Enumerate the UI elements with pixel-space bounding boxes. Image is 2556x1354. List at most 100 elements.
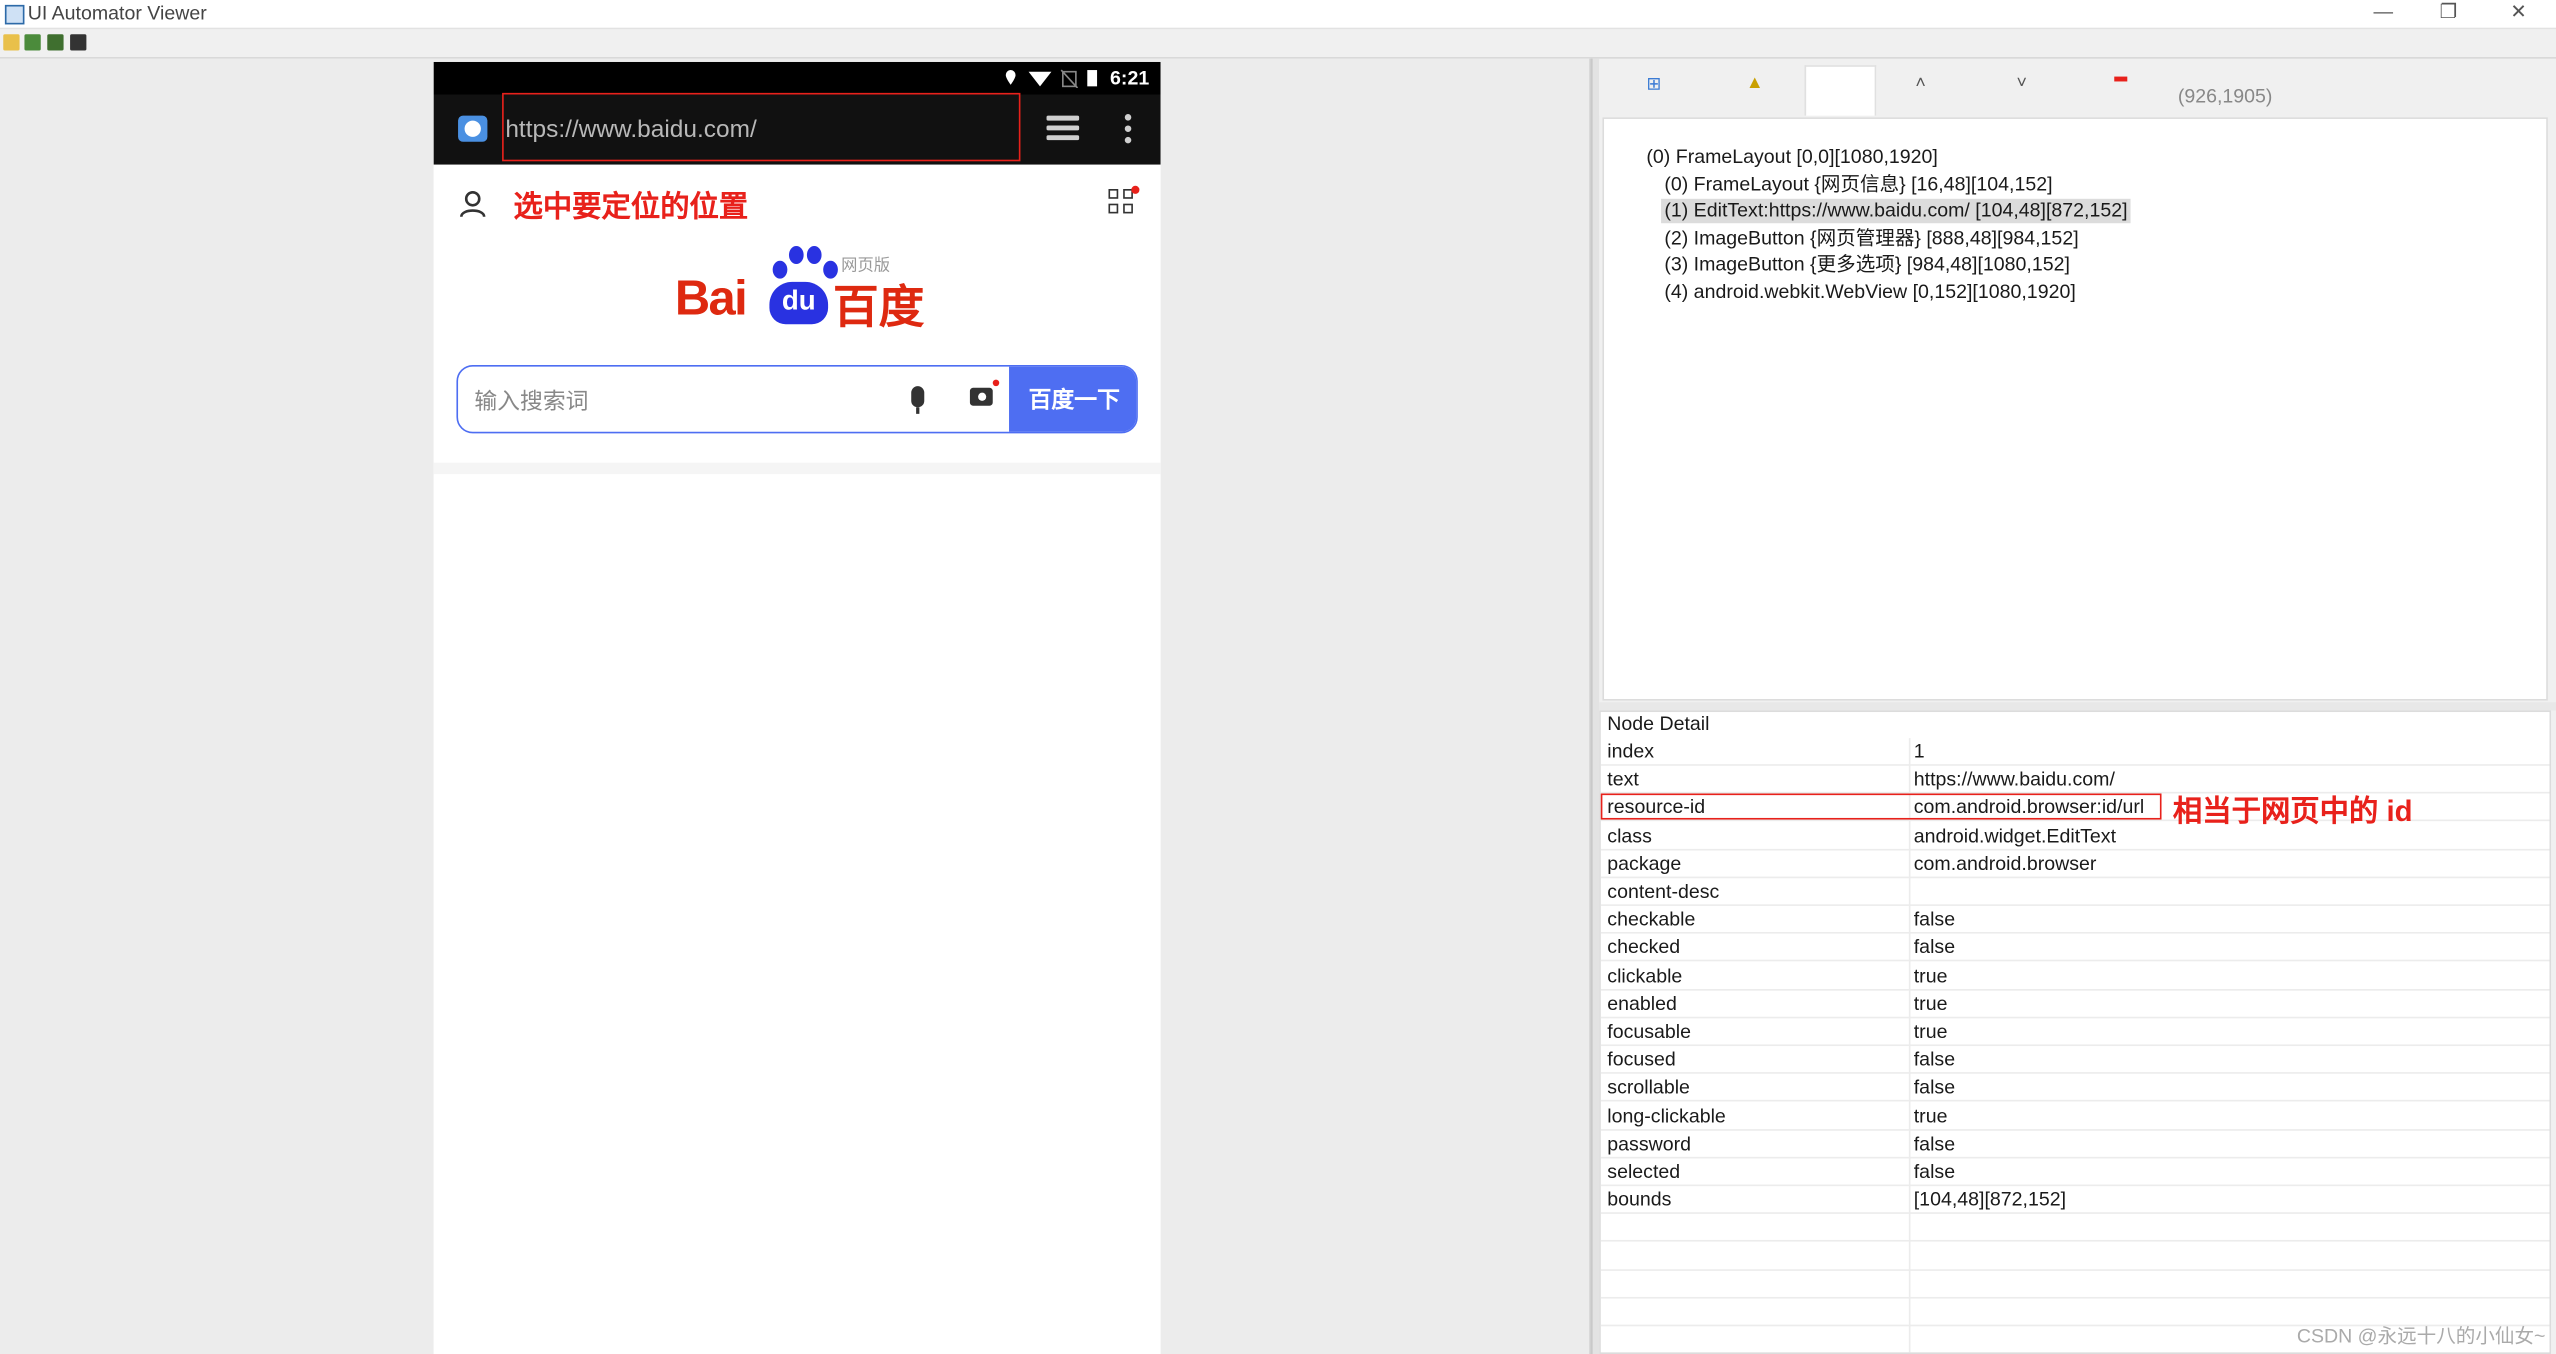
- logo-bai-text: Bai: [674, 272, 748, 326]
- detail-value: 1: [1913, 739, 1925, 763]
- open-folder-icon[interactable]: [3, 34, 20, 51]
- detail-value: true: [1913, 1019, 1948, 1043]
- logo-du-text: du: [769, 281, 829, 325]
- microphone-icon[interactable]: [911, 386, 925, 408]
- detail-key: scrollable: [1607, 1076, 1690, 1099]
- detail-value: [104,48][872,152]: [1913, 1188, 2067, 1211]
- annotation-select-position: 选中要定位的位置: [513, 190, 749, 224]
- detail-key: checkable: [1607, 907, 1696, 931]
- vertical-splitter[interactable]: [1590, 58, 1600, 1354]
- detail-key: enabled: [1607, 991, 1677, 1015]
- watermark: CSDN @永远十八的小仙女~: [2296, 1324, 2546, 1348]
- detail-row[interactable]: focusable true: [1600, 1018, 2550, 1047]
- annotation-id-equivalent: 相当于网页中的 id: [2172, 795, 2413, 828]
- grid-menu-icon[interactable]: [1108, 189, 1134, 215]
- detail-value: true: [1913, 963, 1948, 987]
- detail-row[interactable]: password false: [1600, 1130, 2550, 1159]
- restore-button[interactable]: ❐: [2424, 0, 2473, 28]
- detail-row[interactable]: content-desc: [1600, 878, 2550, 906]
- expand-all-icon[interactable]: ⊞: [1646, 73, 1661, 95]
- microphone-stand: [916, 407, 920, 414]
- tree-node[interactable]: (0) FrameLayout {网页信息} [16,48][104,152]: [1664, 173, 2052, 197]
- detail-key: password: [1607, 1132, 1692, 1155]
- minimize-button[interactable]: —: [2359, 0, 2408, 28]
- more-options-icon[interactable]: [1124, 114, 1132, 144]
- tree-node[interactable]: (4) android.webkit.WebView [0,152][1080,…: [1664, 280, 2075, 304]
- collapse-icon[interactable]: [2114, 76, 2128, 82]
- tree-node-selected[interactable]: (1) EditText:https://www.baidu.com/ [104…: [1661, 198, 2131, 224]
- detail-row[interactable]: checked false: [1600, 934, 2550, 962]
- detail-value: false: [1913, 907, 1956, 931]
- chevron-down-icon[interactable]: ˅: [2016, 73, 2026, 93]
- detail-value: false: [1913, 1132, 1956, 1155]
- detail-key: clickable: [1607, 963, 1683, 987]
- detail-key: bounds: [1607, 1188, 1672, 1211]
- close-button[interactable]: ✕: [2494, 0, 2543, 28]
- search-button[interactable]: 百度一下: [1009, 366, 1137, 432]
- status-time: 6:21: [1110, 66, 1150, 90]
- camera-badge-dot: [992, 379, 1000, 387]
- window-title: UI Automator Viewer: [27, 1, 207, 25]
- detail-value: android.widget.EditText: [1913, 823, 2117, 847]
- search-input[interactable]: 输入搜索词: [474, 385, 588, 418]
- warning-icon[interactable]: ▲: [1746, 73, 1764, 93]
- hierarchy-tree[interactable]: (0) FrameLayout [0,0][1080,1920] (0) Fra…: [1602, 117, 2548, 701]
- empty-row: [1600, 1215, 2550, 1243]
- detail-row[interactable]: scrollable false: [1600, 1074, 2550, 1103]
- title-bar: UI Automator Viewer — ❐ ✕: [0, 0, 2556, 30]
- status-bar: 6:21: [433, 61, 1161, 95]
- detail-row[interactable]: long-clickable true: [1600, 1102, 2550, 1131]
- detail-key: class: [1607, 823, 1652, 847]
- detail-row[interactable]: enabled true: [1600, 990, 2550, 1019]
- detail-value: false: [1913, 1160, 1956, 1183]
- tab-manager-icon[interactable]: [1046, 115, 1080, 142]
- device-screenshot-icon[interactable]: [24, 34, 41, 51]
- detail-value: false: [1913, 1047, 1956, 1071]
- tree-node[interactable]: (2) ImageButton {网页管理器} [888,48][984,152…: [1664, 226, 2078, 250]
- empty-row: [1600, 1271, 2550, 1299]
- detail-value: true: [1913, 991, 1948, 1015]
- camera-lens: [978, 392, 987, 401]
- detail-row[interactable]: clickable true: [1600, 962, 2550, 990]
- logo-chinese-text: 百度: [832, 281, 925, 333]
- hierarchy-toolbar: [1599, 60, 2556, 116]
- app-icon: [4, 4, 25, 25]
- baidu-logo: Bai du 百度 网页版: [674, 243, 936, 332]
- detail-value: com.android.browser: [1913, 851, 2097, 875]
- empty-row: [1600, 1243, 2550, 1271]
- tree-node[interactable]: (3) ImageButton {更多选项} [984,48][1080,152…: [1664, 253, 2070, 277]
- detail-key: selected: [1607, 1160, 1681, 1183]
- detail-row[interactable]: bounds [104,48][872,152]: [1600, 1186, 2550, 1215]
- detail-key: content-desc: [1607, 879, 1720, 903]
- detail-row[interactable]: focused false: [1600, 1046, 2550, 1075]
- detail-row[interactable]: index 1: [1600, 738, 2550, 766]
- cursor-coordinates: (926,1905): [2177, 84, 2273, 108]
- url-highlight-box: [502, 92, 1021, 162]
- site-info-icon[interactable]: [458, 115, 488, 142]
- tree-node[interactable]: (0) FrameLayout [0,0][1080,1920]: [1646, 145, 1937, 169]
- save-icon[interactable]: [70, 34, 87, 51]
- resource-id-highlight-box: [1600, 793, 2162, 820]
- detail-value: false: [1913, 935, 1956, 959]
- chevron-up-icon[interactable]: ˄: [1915, 73, 1925, 93]
- content-divider: [433, 462, 1161, 475]
- horizontal-splitter[interactable]: [1599, 702, 2556, 711]
- status-icons: [1005, 69, 1098, 88]
- detail-key: focused: [1607, 1047, 1676, 1071]
- detail-value: false: [1913, 1076, 1956, 1099]
- device-screenshot[interactable]: 6:21 https://www.baidu.com/ 选中要定位的位置 Bai…: [433, 61, 1161, 1354]
- detail-row[interactable]: package com.android.browser: [1600, 850, 2550, 878]
- user-icon[interactable]: [458, 189, 487, 218]
- node-detail-title: Node Detail: [1607, 712, 1710, 735]
- detail-key: long-clickable: [1607, 1104, 1726, 1127]
- detail-row[interactable]: selected false: [1600, 1158, 2550, 1187]
- notification-dot: [1131, 185, 1140, 194]
- detail-key: package: [1607, 851, 1682, 875]
- main-toolbar: [0, 29, 2556, 59]
- detail-row[interactable]: checkable false: [1600, 906, 2550, 934]
- device-screenshot-compressed-icon[interactable]: [47, 34, 64, 51]
- detail-key: text: [1607, 767, 1639, 791]
- search-box[interactable]: 输入搜索词 百度一下: [456, 364, 1138, 434]
- toggle-naf-tab[interactable]: [1804, 65, 1877, 116]
- detail-value: https://www.baidu.com/: [1913, 767, 2115, 791]
